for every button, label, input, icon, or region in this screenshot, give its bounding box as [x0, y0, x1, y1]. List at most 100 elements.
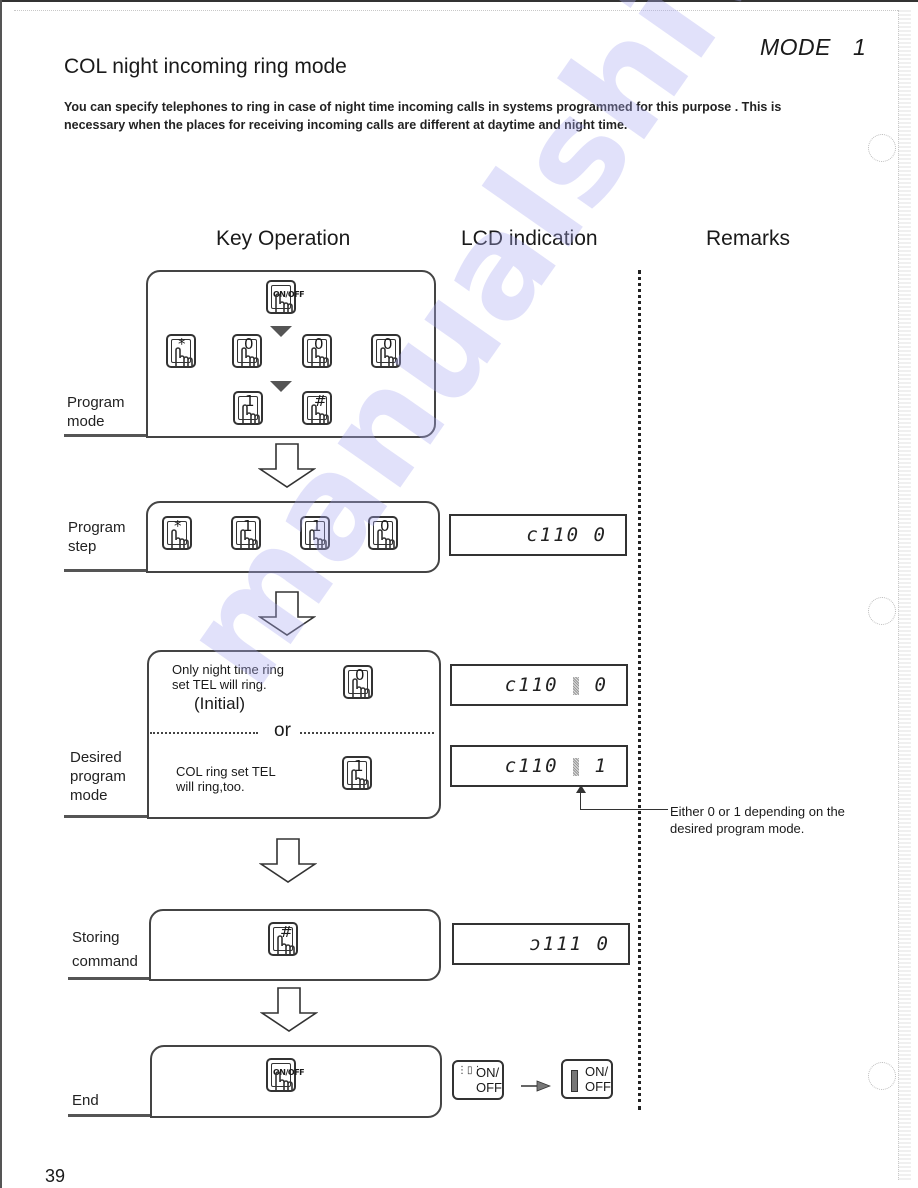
hollow-down-arrow-icon — [260, 987, 318, 1032]
finger-icon — [309, 529, 327, 548]
page-border-top — [0, 0, 918, 2]
zero-key[interactable]: 0 — [368, 516, 398, 550]
onoff-indicator-steady: ON/ OFF — [561, 1059, 613, 1099]
lcd-text: ɔ111 0 — [529, 933, 610, 955]
lcd-text: c110 0 — [505, 674, 608, 696]
step-label: Desired program mode — [70, 748, 126, 805]
finger-icon — [311, 404, 329, 423]
zero-key[interactable]: 0 — [232, 334, 262, 368]
hollow-down-arrow-icon — [258, 591, 316, 636]
finger-icon — [380, 347, 398, 366]
zero-key[interactable]: 0 — [371, 334, 401, 368]
step-label-line: Desired — [70, 749, 122, 766]
finger-icon — [275, 1071, 293, 1090]
page-number: 39 — [45, 1166, 66, 1186]
step-label-line: command — [72, 953, 138, 970]
steady-lamp-icon — [571, 1070, 578, 1092]
onoff-key[interactable]: ON/OFF — [266, 1058, 305, 1092]
scan-edge-top — [14, 10, 900, 11]
hash-key[interactable]: # — [268, 922, 298, 956]
scan-edge-right — [898, 10, 911, 1180]
option-text-line: Only night time ring — [172, 662, 284, 677]
finger-icon — [242, 404, 260, 423]
key-operation-box — [150, 1045, 442, 1118]
step-label-line: Program — [68, 519, 126, 536]
lcd-cursor — [572, 676, 579, 695]
zero-key[interactable]: 0 — [302, 334, 332, 368]
lcd-text: c110 0 — [526, 524, 607, 546]
initial-note: (Initial) — [194, 694, 246, 713]
or-divider-right — [300, 732, 434, 734]
binder-hole — [868, 1062, 896, 1090]
one-key[interactable]: 1 — [231, 516, 261, 550]
or-label: or — [274, 720, 291, 741]
option-initial-description: Only night time ring set TEL will ring. — [172, 662, 284, 692]
page-border-left — [0, 0, 2, 1188]
option-text-line: COL ring set TEL — [176, 764, 276, 779]
option-text-line: will ring,too. — [176, 779, 245, 794]
lcd-display: c110 1 — [450, 745, 628, 787]
finger-icon — [352, 678, 370, 697]
star-key[interactable]: * — [162, 516, 192, 550]
step-baseline — [64, 434, 154, 437]
step-label-line: program — [70, 768, 126, 785]
step-label-line: Storing — [72, 929, 120, 946]
finger-icon — [311, 347, 329, 366]
option-col-description: COL ring set TEL will ring,too. — [176, 764, 276, 794]
step-baseline — [68, 1114, 154, 1117]
step-baseline — [64, 569, 154, 572]
onoff-key[interactable]: ON/OFF — [266, 280, 305, 314]
step-label: Program step — [68, 518, 126, 556]
column-header-lcd-indication: LCD indication — [461, 227, 598, 250]
remarks-divider — [638, 270, 641, 1110]
finger-icon — [277, 935, 295, 954]
lcd-value: 0 — [594, 674, 608, 696]
finger-icon — [171, 529, 189, 548]
finger-icon — [175, 347, 193, 366]
sequence-arrow-icon — [270, 326, 292, 337]
indicator-label-line: ON/ — [476, 1065, 500, 1080]
finger-icon — [351, 769, 369, 788]
callout-arrowhead-icon — [576, 785, 586, 793]
indicator-label: ON/ OFF — [476, 1065, 502, 1095]
finger-icon — [275, 293, 293, 312]
option-text-line: set TEL will ring. — [172, 677, 267, 692]
star-key[interactable]: * — [166, 334, 196, 368]
step-label: Program mode — [67, 393, 125, 431]
lcd-display: c110 0 — [450, 664, 628, 706]
lcd-text: c110 1 — [505, 755, 608, 777]
finger-icon — [241, 347, 259, 366]
hash-key[interactable]: # — [302, 391, 332, 425]
step-label-line: step — [68, 538, 97, 555]
indicator-label-line: ON/ — [585, 1064, 609, 1079]
step-baseline — [64, 815, 154, 818]
arrow-right-icon — [521, 1080, 551, 1092]
remark-note: Either 0 or 1 depending on the desired p… — [670, 803, 845, 837]
one-key[interactable]: 1 — [342, 756, 372, 790]
lcd-cursor — [572, 757, 579, 776]
one-key[interactable]: 1 — [233, 391, 263, 425]
finger-icon — [240, 529, 258, 548]
remark-line: desired program mode. — [670, 821, 805, 836]
column-header-key-operation: Key Operation — [216, 227, 351, 250]
sequence-arrow-icon — [270, 381, 292, 392]
mode-number: 1 — [853, 34, 867, 60]
step-label-line: mode — [70, 787, 108, 804]
lcd-value: 1 — [594, 755, 608, 777]
indicator-label: ON/ OFF — [585, 1064, 611, 1094]
callout-line — [580, 792, 581, 810]
hollow-down-arrow-icon — [259, 838, 317, 883]
onoff-indicator-flashing: ⋮▯⋮ ON/ OFF — [452, 1060, 504, 1100]
binder-hole — [868, 134, 896, 162]
binder-hole — [868, 597, 896, 625]
remark-line: Either 0 or 1 depending on the — [670, 804, 845, 819]
intro-paragraph: You can specify telephones to ring in ca… — [64, 100, 782, 132]
step-label: End — [72, 1092, 99, 1109]
mode-label: MODE 1 — [760, 34, 866, 61]
step-baseline — [68, 977, 154, 980]
zero-key[interactable]: 0 — [343, 665, 373, 699]
step-label: Storing command — [72, 926, 138, 974]
step-label-line: mode — [67, 413, 105, 430]
indicator-label-line: OFF — [476, 1080, 502, 1095]
one-key[interactable]: 1 — [300, 516, 330, 550]
